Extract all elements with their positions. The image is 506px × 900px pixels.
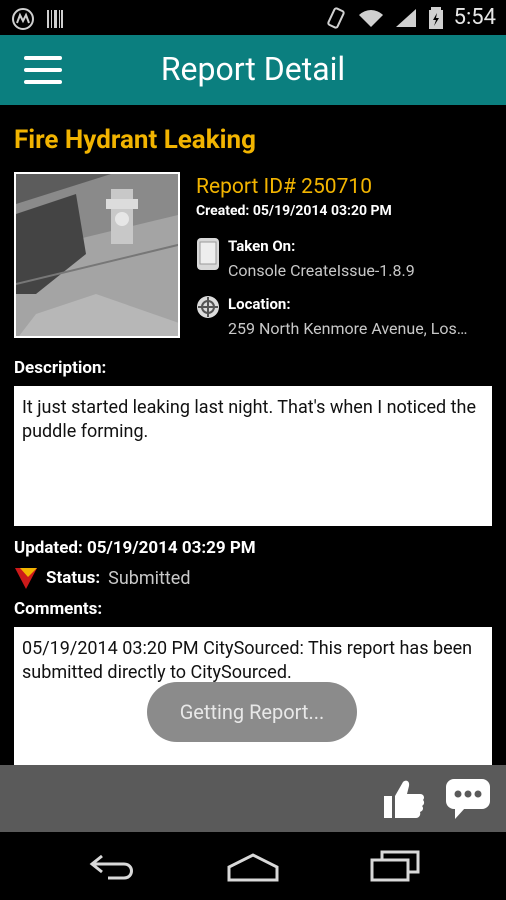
location-value: 259 North Kenmore Avenue, Los…: [228, 319, 468, 338]
location-target-icon: [197, 296, 219, 318]
system-nav-bar: [0, 832, 506, 900]
updated-date: Updated: 05/19/2014 03:29 PM: [14, 538, 256, 558]
flag-icon: [15, 568, 37, 589]
description-label: Description:: [14, 358, 107, 378]
back-icon[interactable]: [88, 854, 138, 880]
barcode-icon: [47, 10, 63, 28]
status-value: Submitted: [108, 567, 191, 589]
app-bar: Report Detail: [0, 35, 506, 105]
vibrate-icon: [326, 6, 345, 29]
wifi-icon: [358, 9, 383, 27]
action-bar: [0, 765, 506, 832]
comments-label: Comments:: [14, 599, 103, 619]
toast-text: Getting Report...: [179, 700, 325, 724]
description-box: It just started leaking last night. That…: [14, 386, 492, 526]
location-label: Location:: [228, 295, 291, 313]
loading-toast: Getting Report...: [147, 682, 357, 742]
description-text: It just started leaking last night. That…: [22, 397, 476, 442]
motorola-icon: [12, 8, 34, 30]
created-date: Created: 05/19/2014 03:20 PM: [196, 203, 392, 219]
comment-bubble-icon[interactable]: [445, 778, 491, 820]
clock: 5:54: [453, 5, 496, 30]
taken-on-label: Taken On:: [228, 237, 296, 255]
status-label: Status:: [46, 568, 101, 588]
issue-title: Fire Hydrant Leaking: [14, 125, 256, 155]
report-photo[interactable]: [14, 172, 180, 338]
report-meta: Report ID# 250710 Created: 05/19/2014 03…: [196, 175, 492, 338]
phone-icon: [197, 238, 219, 270]
report-detail-content[interactable]: Fire Hydrant Leaking Report ID# 250710 C…: [0, 105, 506, 765]
page-title: Report Detail: [160, 50, 346, 88]
battery-icon: [428, 6, 443, 29]
home-icon[interactable]: [226, 852, 280, 882]
report-id: Report ID# 250710: [196, 175, 372, 199]
signal-icon: [395, 8, 416, 27]
recent-apps-icon[interactable]: [370, 850, 420, 882]
thumbs-up-icon[interactable]: [382, 778, 426, 820]
status-bar: 5:54: [0, 0, 506, 35]
taken-on-value: Console CreateIssue-1.8.9: [228, 261, 415, 280]
comment-text: 05/19/2014 03:20 PM CitySourced: This re…: [22, 638, 473, 683]
